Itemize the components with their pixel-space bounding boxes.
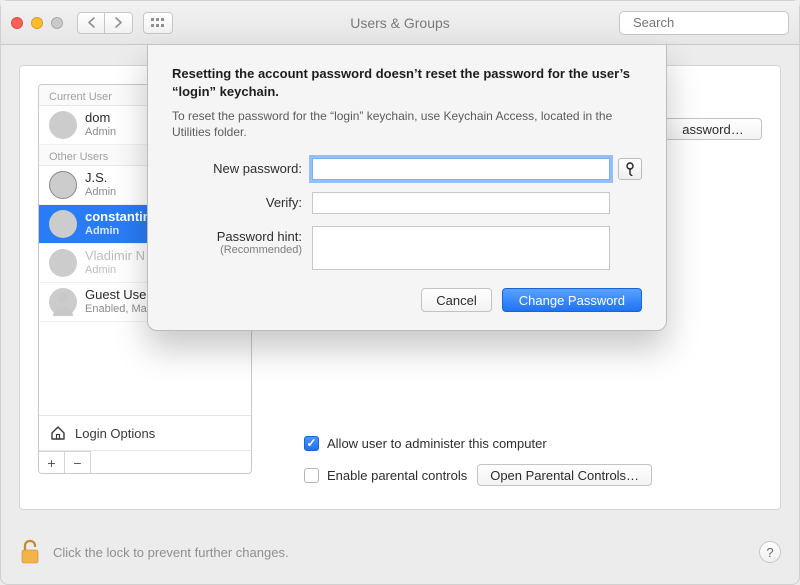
- avatar: [49, 210, 77, 238]
- avatar: [49, 288, 77, 316]
- add-remove-buttons: + −: [39, 451, 251, 473]
- admin-checkbox-row: Allow user to administer this computer: [304, 430, 652, 456]
- grid-icon: [151, 18, 165, 28]
- cancel-button[interactable]: Cancel: [421, 288, 491, 312]
- open-parental-controls-button[interactable]: Open Parental Controls…: [477, 464, 652, 486]
- back-button[interactable]: [77, 12, 105, 34]
- password-hint-input[interactable]: [312, 226, 610, 270]
- verify-label: Verify:: [172, 192, 312, 210]
- avatar: [49, 111, 77, 139]
- sheet-description: To reset the password for the “login” ke…: [172, 108, 642, 140]
- window-controls: [11, 17, 63, 29]
- user-name: constantin: [85, 210, 151, 225]
- password-assistant-button[interactable]: [618, 158, 642, 180]
- user-name: Vladimir N: [85, 249, 145, 264]
- chevron-left-icon: [87, 17, 96, 28]
- reset-password-sheet: Resetting the account password doesn’t r…: [147, 45, 667, 331]
- user-role: Admin: [85, 264, 145, 277]
- minimize-window-button[interactable]: [31, 17, 43, 29]
- key-icon: [624, 162, 636, 176]
- login-options-row[interactable]: Login Options: [39, 416, 251, 451]
- user-role: Admin: [85, 225, 151, 238]
- parental-checkbox-row: Enable parental controls: [304, 462, 467, 488]
- new-password-input[interactable]: [312, 158, 610, 180]
- search-input[interactable]: [631, 14, 800, 31]
- help-button[interactable]: ?: [759, 541, 781, 563]
- user-name: dom: [85, 111, 116, 126]
- admin-checkbox-label: Allow user to administer this computer: [327, 436, 547, 451]
- titlebar: Users & Groups: [1, 1, 799, 45]
- question-mark-icon: ?: [766, 545, 773, 560]
- remove-user-button[interactable]: −: [65, 451, 91, 473]
- search-field[interactable]: [619, 11, 789, 35]
- user-role: Admin: [85, 186, 116, 199]
- nav-buttons: [77, 12, 133, 34]
- sheet-actions: Cancel Change Password: [172, 288, 642, 312]
- admin-checkbox[interactable]: [304, 436, 319, 451]
- person-icon: [49, 288, 77, 316]
- close-window-button[interactable]: [11, 17, 23, 29]
- chevron-right-icon: [114, 17, 123, 28]
- login-options-label: Login Options: [75, 426, 155, 441]
- lock-text: Click the lock to prevent further change…: [53, 545, 289, 560]
- zoom-window-button[interactable]: [51, 17, 63, 29]
- parental-checkbox-label: Enable parental controls: [327, 468, 467, 483]
- new-password-label: New password:: [172, 158, 312, 176]
- avatar: [49, 249, 77, 277]
- change-password-button[interactable]: Change Password: [502, 288, 642, 312]
- verify-password-input[interactable]: [312, 192, 610, 214]
- lock-row: Click the lock to prevent further change…: [19, 538, 781, 566]
- user-role: Admin: [85, 126, 116, 139]
- show-all-button[interactable]: [143, 12, 173, 34]
- lock-open-icon[interactable]: [19, 538, 41, 566]
- reset-password-button[interactable]: assword…: [662, 118, 762, 140]
- house-icon: [49, 424, 67, 442]
- forward-button[interactable]: [105, 12, 133, 34]
- user-name: J.S.: [85, 171, 116, 186]
- parental-checkbox[interactable]: [304, 468, 319, 483]
- sheet-heading: Resetting the account password doesn’t r…: [172, 65, 642, 100]
- hint-label: Password hint: (Recommended): [172, 226, 312, 256]
- sidebar-spacer: [39, 322, 251, 416]
- add-user-button[interactable]: +: [39, 451, 65, 473]
- avatar: [49, 171, 77, 199]
